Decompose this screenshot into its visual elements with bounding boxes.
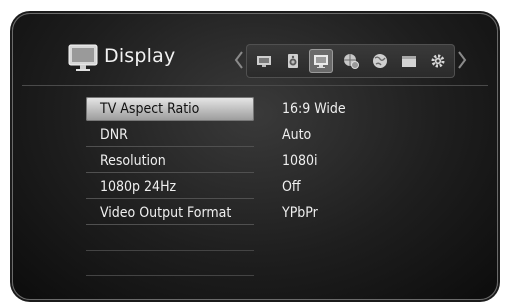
empty-row-divider — [86, 250, 254, 251]
monitor-icon — [257, 56, 271, 67]
row-divider — [86, 198, 254, 199]
row-divider — [86, 146, 254, 147]
setting-value: YPbPr — [282, 205, 318, 221]
setting-value: 16:9 Wide — [282, 101, 346, 117]
setting-row-resolution[interactable]: Resolution 1080i — [86, 149, 390, 173]
setting-row-tv-aspect-ratio[interactable]: TV Aspect Ratio 16:9 Wide — [86, 97, 390, 121]
tab-right-arrow-icon[interactable] — [457, 51, 467, 69]
display-monitor-icon — [66, 41, 100, 75]
settings-screen: Display TV Aspect Ratio 16:9 Wide DNR Au… — [12, 13, 498, 300]
setting-row-dnr[interactable]: DNR Auto — [86, 123, 390, 147]
setting-label: Resolution — [100, 153, 166, 169]
tab-audio[interactable] — [281, 49, 305, 73]
setting-row-1080p-24hz[interactable]: 1080p 24Hz Off — [86, 175, 390, 199]
setting-label: TV Aspect Ratio — [86, 97, 254, 121]
setting-value: Auto — [282, 127, 312, 143]
globe-gear-icon — [344, 54, 359, 69]
folder-icon — [402, 56, 416, 67]
setting-label: DNR — [100, 127, 128, 143]
tab-track — [246, 44, 455, 78]
tab-lock[interactable] — [397, 49, 421, 73]
tab-others[interactable] — [426, 49, 450, 73]
header-divider — [22, 85, 488, 86]
tab-network[interactable] — [339, 49, 363, 73]
setting-row-video-output-format[interactable]: Video Output Format YPbPr — [86, 201, 390, 225]
tab-display[interactable] — [309, 49, 333, 73]
gear-icon — [431, 54, 445, 68]
tab-monitor[interactable] — [252, 49, 276, 73]
row-divider — [86, 224, 254, 225]
setting-label: Video Output Format — [100, 205, 232, 221]
page-title: Display — [104, 45, 176, 67]
setting-value: Off — [282, 179, 301, 195]
setting-value: 1080i — [282, 153, 318, 169]
tab-left-arrow-icon[interactable] — [234, 51, 244, 69]
display-icon — [314, 55, 328, 68]
setting-label: 1080p 24Hz — [100, 179, 177, 195]
tab-language[interactable] — [368, 49, 392, 73]
speaker-icon — [288, 54, 298, 68]
empty-row-divider — [86, 275, 254, 276]
row-divider — [86, 172, 254, 173]
category-tab-strip — [234, 39, 467, 85]
globe-icon — [373, 54, 387, 68]
